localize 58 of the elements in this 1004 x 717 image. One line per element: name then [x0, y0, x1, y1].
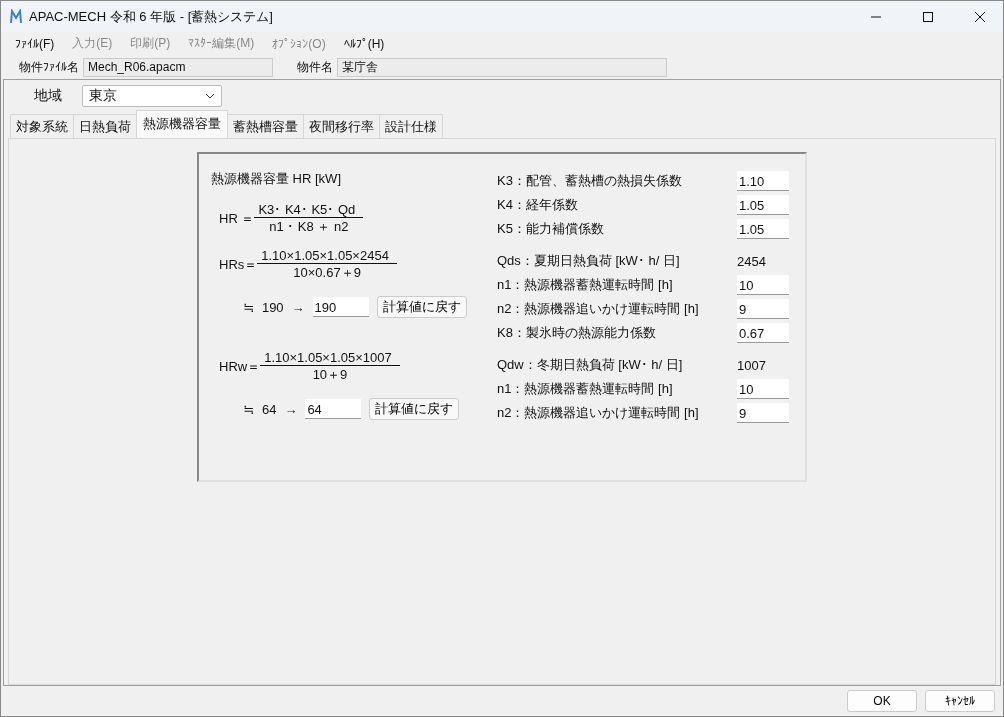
- formula-numerator: K3･ K4･ K5･ Qd: [254, 202, 364, 218]
- parameter-value: 2454: [737, 253, 766, 269]
- parameter-label: n2：熱源機器追いかけ運転時間 [h]: [497, 404, 700, 422]
- computed-value: 190: [261, 299, 284, 315]
- field-label: 物件名: [297, 58, 333, 76]
- dialog-button[interactable]: OK: [847, 690, 917, 712]
- region-label: 地域: [34, 87, 62, 105]
- computed-value: 64: [261, 401, 277, 417]
- formula-numerator: 1.10×1.05×1.05×1007: [260, 350, 400, 366]
- parameter-value: 1007: [737, 357, 766, 373]
- parameter-label: K3：配管、蓄熱槽の熱損失係数: [497, 172, 683, 190]
- parameter-label: K4：経年係数: [497, 196, 579, 214]
- tab[interactable]: 設計仕様: [379, 114, 443, 138]
- window-title: APAC-MECH 令和 6 年版 - [蓄熱システム]: [29, 7, 274, 26]
- input-field[interactable]: 1.05: [737, 195, 789, 215]
- parameter-label: n2：熱源機器追いかけ運転時間 [h]: [497, 300, 700, 318]
- maximize-icon: [923, 11, 933, 22]
- tab[interactable]: 対象系統: [10, 114, 74, 138]
- formula-denominator: n1 ･ K8 ＋ n2: [269, 218, 349, 236]
- approx-sign: ≒: [243, 299, 254, 315]
- dialog-button[interactable]: ｷｬﾝｾﾙ: [925, 690, 995, 712]
- menu-item[interactable]: ﾌｧｲﾙ(F): [7, 36, 63, 51]
- chevron-down-icon: [205, 93, 215, 99]
- section-heading: 熱源機器容量 HR [kW]: [211, 170, 342, 188]
- field-label: 物件ﾌｧｲﾙ名: [19, 58, 79, 76]
- formula-denominator: 10×0.67＋9: [293, 264, 361, 282]
- reset-button[interactable]: 計算値に戻す: [369, 398, 460, 420]
- input-field[interactable]: 0.67: [737, 323, 789, 343]
- input-field[interactable]: 10: [737, 275, 789, 295]
- app-logo-icon: [9, 8, 23, 25]
- formula-label: HRs＝: [219, 256, 258, 274]
- tab[interactable]: 熱源機器容量: [136, 110, 228, 138]
- parameter-label: Qds：夏期日熱負荷 [kW･ h/ 日]: [497, 252, 681, 270]
- close-icon: [975, 11, 985, 22]
- parameter-label: K5：能力補償係数: [497, 220, 605, 238]
- input-field[interactable]: 1.05: [737, 219, 789, 239]
- formula-denominator: 10＋9: [312, 366, 348, 384]
- readonly-field: 某庁舎: [337, 57, 667, 77]
- reset-button[interactable]: 計算値に戻す: [376, 296, 467, 318]
- input-field[interactable]: 1.10: [737, 171, 789, 191]
- formula-label: HRw＝: [219, 358, 261, 376]
- parameter-label: Qdw：冬期日熱負荷 [kW･ h/ 日]: [497, 356, 684, 374]
- region-dropdown[interactable]: 東京: [82, 85, 222, 107]
- arrow-sign: →: [284, 401, 298, 417]
- input-field[interactable]: 9: [737, 299, 789, 319]
- parameter-label: K8：製氷時の熱源能力係数: [497, 324, 657, 342]
- parameter-label: n1：熱源機器蓄熱運転時間 [h]: [497, 276, 674, 294]
- readonly-field: Mech_R06.apacm: [83, 57, 273, 77]
- menu-item[interactable]: ﾍﾙﾌﾟ(H): [335, 36, 393, 51]
- input-field[interactable]: 64: [305, 399, 362, 419]
- formula-numerator: 1.10×1.05×1.05×2454: [257, 248, 397, 264]
- input-field[interactable]: 190: [312, 297, 369, 317]
- input-field[interactable]: 9: [737, 403, 789, 423]
- formula-label: HR ＝: [219, 210, 255, 228]
- parameter-label: n1：熱源機器蓄熱運転時間 [h]: [497, 380, 674, 398]
- arrow-sign: →: [291, 299, 305, 315]
- approx-sign: ≒: [243, 401, 254, 417]
- input-field[interactable]: 10: [737, 379, 789, 399]
